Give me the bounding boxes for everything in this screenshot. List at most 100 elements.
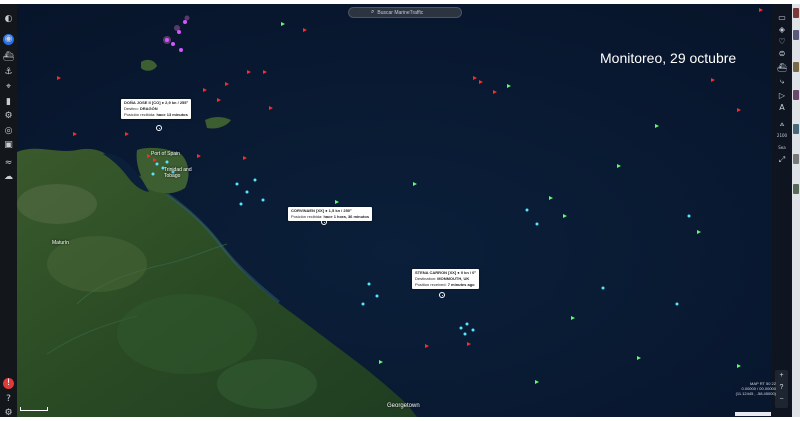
place-label: Port of Spain: [151, 151, 180, 157]
ship-marker[interactable]: [151, 172, 155, 176]
vessel-popup[interactable]: DOÑA JOSE II [CO] ● 2,9 kn / 255° Destin…: [121, 99, 192, 119]
ship-marker[interactable]: [535, 222, 539, 226]
route-icon[interactable]: ⤷: [776, 76, 788, 87]
ship-filter-icon[interactable]: ⛴: [3, 52, 14, 63]
expand-icon[interactable]: ⤢: [776, 154, 788, 165]
place-label: Maturín: [52, 240, 69, 246]
edge-thumb: [793, 124, 799, 134]
chart-icon[interactable]: ▮: [3, 97, 14, 108]
edge-thumb: [793, 90, 799, 100]
edge-thumb: [793, 30, 799, 40]
terrain: [17, 184, 97, 224]
measure-icon[interactable]: A: [776, 102, 788, 113]
vessel-popup-line: Position received: 7 minutes ago: [415, 282, 476, 288]
vessel-target-marker[interactable]: [156, 125, 162, 131]
play-icon[interactable]: ▷: [776, 90, 788, 101]
ship-marker[interactable]: [261, 198, 265, 202]
zoom-level: 2100: [776, 132, 788, 138]
map-attribution[interactable]: [735, 412, 771, 416]
overlay-title: Monitoreo, 29 octubre: [600, 50, 737, 66]
zoom-in-button[interactable]: +: [775, 370, 788, 382]
edge-thumb: [793, 154, 799, 164]
popup-value: 7 minutes ago: [447, 282, 475, 287]
place-label: Georgetown: [387, 403, 420, 409]
ship-marker[interactable]: [675, 302, 679, 306]
ship-marker[interactable]: [155, 162, 159, 166]
ship-marker[interactable]: [253, 178, 257, 182]
popup-label: Posición recibida:: [124, 112, 156, 117]
bottom-border: [0, 417, 800, 421]
search-icon: ⌕: [371, 9, 375, 15]
ship-marker[interactable]: [171, 42, 175, 46]
filter-icon[interactable]: ⊜: [776, 48, 788, 59]
car-icon[interactable]: ⚙: [3, 111, 14, 122]
side-scroll-strip[interactable]: [792, 4, 800, 417]
weather-icon[interactable]: ☁: [3, 172, 14, 183]
popup-label: Position received:: [415, 282, 447, 287]
anchor-icon[interactable]: ⚓: [3, 67, 14, 78]
vessel-target-marker[interactable]: [439, 292, 445, 298]
search-input[interactable]: ⌕ Buscar MarineTraffic: [348, 7, 462, 18]
popup-value: MONMOUTH, UK: [437, 276, 470, 281]
vessel-popup-line: Posición recibida: hace 1 hora, 36 minut…: [291, 214, 369, 220]
ship-marker[interactable]: [463, 332, 467, 336]
terrain: [217, 359, 317, 409]
zoom-controls: + ? −: [775, 370, 788, 408]
popup-label: Destination:: [415, 276, 437, 281]
ship-marker[interactable]: [165, 38, 169, 42]
ship-marker[interactable]: [525, 208, 529, 212]
coordinate-readout: MAP RT 50 22 0.00000 / 00.00000 (11.1244…: [720, 381, 776, 396]
layers-icon[interactable]: ◈: [776, 24, 788, 35]
ship-marker[interactable]: [687, 214, 691, 218]
favorite-icon[interactable]: ♡: [776, 36, 788, 47]
vessel-target-marker[interactable]: [321, 219, 327, 225]
ship-marker[interactable]: [361, 302, 365, 306]
zoom-indicator[interactable]: ?: [775, 382, 788, 394]
ship-marker[interactable]: [239, 202, 243, 206]
scale-bar: [20, 407, 48, 411]
vessel-popup-line: Posición recibida: hace 13 minutos: [124, 112, 188, 118]
popup-label: Posición recibida:: [291, 214, 323, 219]
ship-marker[interactable]: [179, 48, 183, 52]
vessel-popup[interactable]: STENA CARRON [XX] ● 0 kn / 0° Destinatio…: [412, 269, 479, 289]
ship-marker[interactable]: [601, 286, 605, 290]
eye-icon[interactable]: ◎: [3, 126, 14, 137]
island: [184, 15, 190, 21]
popup-value: hace 1 hora, 36 minutos: [323, 214, 370, 219]
map-mode-label[interactable]: Sea: [776, 142, 788, 153]
coord-line: (11.12445 , -58.45000): [735, 391, 776, 396]
popup-value: DRAGÓN: [139, 106, 158, 111]
popup-value: hace 13 minutos: [156, 112, 188, 117]
alert-icon[interactable]: !: [3, 378, 14, 389]
popup-label: Destino:: [124, 106, 139, 111]
vessel-popup[interactable]: CORVINAEN [XX] ● 1,5 kn / 250° Posición …: [288, 207, 373, 221]
app-window: ◐ ◉ ⛴ ⚓ ⌖ ▮ ⚙ ◎ ▣ ≈ ☁ ! ? ⚙ ⌕ Buscar Mar…: [0, 0, 800, 421]
search-placeholder: Buscar MarineTraffic: [377, 9, 424, 16]
ship-marker[interactable]: [465, 322, 469, 326]
compass-icon[interactable]: ⟑: [776, 118, 788, 129]
vessel-icon[interactable]: ⛴: [776, 62, 788, 73]
ship-marker[interactable]: [367, 282, 371, 286]
ship-marker[interactable]: [245, 190, 249, 194]
edge-thumb: [793, 8, 799, 18]
ship-marker[interactable]: [459, 326, 463, 330]
port-icon[interactable]: ⌖: [3, 82, 14, 93]
layers-icon[interactable]: ◉: [3, 34, 14, 45]
edge-thumb: [793, 184, 799, 194]
ship-marker[interactable]: [471, 328, 475, 332]
ship-marker[interactable]: [235, 182, 239, 186]
edge-thumb: [793, 62, 799, 72]
fleet-icon[interactable]: ≈: [3, 158, 14, 169]
place-label: Trinidad and Tobago: [164, 167, 192, 179]
fullscreen-icon[interactable]: ▭: [776, 12, 788, 23]
ship-marker[interactable]: [375, 294, 379, 298]
right-toolbar: ▭ ◈ ♡ ⊜ ⛴ ⤷ ▷ A ⟑ 2100 Sea ⤢: [772, 4, 792, 417]
help-icon[interactable]: ?: [3, 394, 14, 405]
terrain: [117, 294, 257, 374]
ship-marker[interactable]: [177, 30, 181, 34]
news-icon[interactable]: ▣: [3, 140, 14, 151]
ship-marker[interactable]: [165, 160, 169, 164]
ship-marker[interactable]: [183, 20, 187, 24]
theme-toggle-icon[interactable]: ◐: [3, 14, 14, 25]
zoom-out-button[interactable]: −: [775, 394, 788, 406]
